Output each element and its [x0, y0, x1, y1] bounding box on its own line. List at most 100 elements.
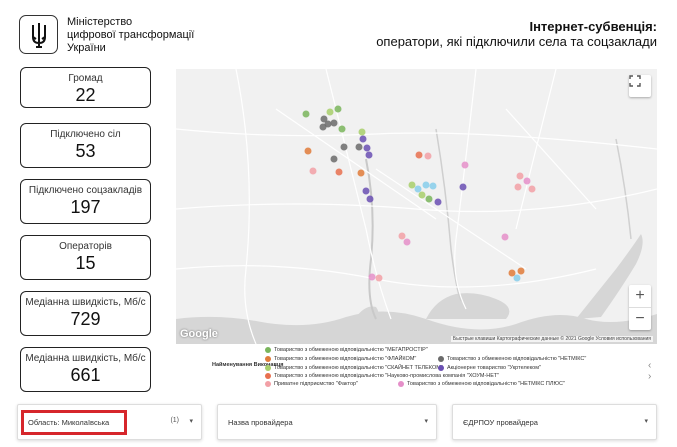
filter-count: (1)	[170, 417, 179, 424]
map-point[interactable]	[461, 161, 469, 169]
map-point[interactable]	[326, 108, 334, 116]
kpi-label: Підключено соцзакладів	[28, 185, 143, 196]
zoom-in-button[interactable]: +	[629, 285, 651, 307]
estuary	[426, 293, 510, 319]
legend-item[interactable]: Товариство з обмеженою відповідальністю …	[398, 381, 565, 387]
map-legend: Найменування Виконавця Товариство з обме…	[212, 347, 642, 389]
legend-item[interactable]: Акціонерне товариство "Укртелеком"	[438, 365, 541, 371]
legend-label: Товариство з обмеженою відповідальністю …	[274, 356, 417, 362]
legend-swatch	[265, 365, 271, 371]
map-attribution[interactable]: Быстрые клавиши Картографические данные …	[450, 336, 653, 342]
fullscreen-button[interactable]	[629, 75, 651, 97]
map-point[interactable]	[357, 169, 365, 177]
map-point[interactable]	[408, 181, 416, 189]
fullscreen-icon	[629, 75, 641, 87]
map-point[interactable]	[422, 181, 430, 189]
page-title-main: Інтернет-субвенція:	[529, 19, 657, 34]
legend-swatch	[265, 356, 271, 362]
map-point[interactable]	[418, 191, 426, 199]
kpi-card-median-speed-2: Медіанна швидкість, Мб/с 661	[20, 347, 151, 392]
google-logo[interactable]: Google	[180, 328, 218, 340]
filter-provider-name-dropdown[interactable]: Назва провайдера ▾	[217, 404, 437, 440]
map-point[interactable]	[514, 183, 522, 191]
map-point[interactable]	[358, 128, 366, 136]
legend-swatch	[398, 381, 404, 387]
river	[615, 138, 632, 240]
map-point[interactable]	[429, 182, 437, 190]
map-point[interactable]	[516, 172, 524, 180]
zoom-control: + −	[629, 285, 651, 330]
map-point[interactable]	[330, 155, 338, 163]
legend-prev-button[interactable]: ‹	[648, 360, 651, 371]
legend-item[interactable]: Товариство з обмеженою відповідальністю …	[438, 356, 586, 362]
zoom-out-button[interactable]: −	[629, 308, 651, 330]
legend-label: Акціонерне товариство "Укртелеком"	[447, 365, 541, 371]
kpi-card-median-speed-1: Медіанна швидкість, Мб/с 729	[20, 291, 151, 336]
map-point[interactable]	[523, 177, 531, 185]
legend-label: Товариство з обмеженою відповідальністю …	[407, 381, 565, 387]
map-point[interactable]	[508, 269, 516, 277]
kpi-label: Підключено сіл	[50, 129, 121, 140]
map-point[interactable]	[338, 125, 346, 133]
chevron-down-icon: ▾	[424, 418, 428, 425]
map-point[interactable]	[335, 168, 343, 176]
map-point[interactable]	[513, 274, 521, 282]
kpi-value: 661	[70, 365, 101, 385]
legend-label: Товариство з обмеженою відповідальністю …	[447, 356, 587, 362]
map-point[interactable]	[363, 144, 371, 152]
legend-item[interactable]: Товариство з обмеженою відповідальністю …	[265, 347, 428, 353]
map-point[interactable]	[517, 267, 525, 275]
kpi-card-communities: Громад 22	[20, 67, 151, 108]
map-point[interactable]	[375, 274, 383, 282]
map-point[interactable]	[501, 233, 509, 241]
kpi-label: Медіанна швидкість, Мб/с	[25, 297, 146, 308]
map-point[interactable]	[309, 167, 317, 175]
legend-label: Товариство з обмеженою відповідальністю …	[274, 373, 500, 379]
kpi-value: 53	[75, 141, 96, 161]
legend-item[interactable]: Товариство з обмеженою відповідальністю …	[265, 356, 416, 362]
map-point[interactable]	[302, 110, 310, 118]
map-point[interactable]	[319, 123, 327, 131]
map-point[interactable]	[366, 195, 374, 203]
map-point[interactable]	[415, 151, 423, 159]
map-point[interactable]	[330, 119, 338, 127]
chevron-down-icon: ▾	[644, 418, 648, 425]
chevron-down-icon: ▾	[189, 418, 193, 425]
kpi-card-social-facilities: Підключено соцзакладів 197	[20, 179, 151, 224]
map-point[interactable]	[398, 232, 406, 240]
legend-swatch	[265, 381, 271, 387]
map-point[interactable]	[528, 185, 536, 193]
legend-label: Товариство з обмеженою відповідальністю …	[274, 365, 443, 371]
map-point[interactable]	[362, 187, 370, 195]
filter-provider-edrpou-dropdown[interactable]: ЄДРПОУ провайдера ▾	[452, 404, 657, 440]
legend-next-button[interactable]: ›	[648, 371, 651, 382]
legend-item[interactable]: Товариство з обмеженою відповідальністю …	[265, 365, 443, 371]
map-view[interactable]: + − Google Быстрые клавиши Картографичес…	[176, 69, 657, 344]
map-point[interactable]	[403, 238, 411, 246]
map-point[interactable]	[425, 195, 433, 203]
map-point[interactable]	[359, 135, 367, 143]
map-points	[302, 105, 536, 282]
legend-label: Приватне підприємство "Фактор"	[274, 381, 359, 387]
page-subtitle: оператори, які підключили села та соцзак…	[376, 34, 657, 49]
map-point[interactable]	[459, 183, 467, 191]
legend-swatch	[265, 347, 271, 353]
map-canvas[interactable]	[176, 69, 657, 344]
legend-item[interactable]: Товариство з обмеженою відповідальністю …	[265, 373, 499, 379]
map-point[interactable]	[434, 198, 442, 206]
map-point[interactable]	[334, 105, 342, 113]
kpi-label: Медіанна швидкість, Мб/с	[25, 353, 146, 364]
map-point[interactable]	[424, 152, 432, 160]
map-point[interactable]	[414, 185, 422, 193]
legend-item[interactable]: Приватне підприємство "Фактор"	[265, 381, 358, 387]
kpi-value: 197	[70, 197, 101, 217]
map-point[interactable]	[365, 151, 373, 159]
map-point[interactable]	[355, 143, 363, 151]
map-point[interactable]	[368, 273, 376, 281]
legend-pagination: ‹ ›	[648, 360, 677, 382]
ministry-line-1: Міністерство	[67, 16, 133, 28]
kpi-label: Операторів	[59, 241, 112, 252]
map-point[interactable]	[304, 147, 312, 155]
legend-swatch	[438, 356, 444, 362]
map-point[interactable]	[340, 143, 348, 151]
